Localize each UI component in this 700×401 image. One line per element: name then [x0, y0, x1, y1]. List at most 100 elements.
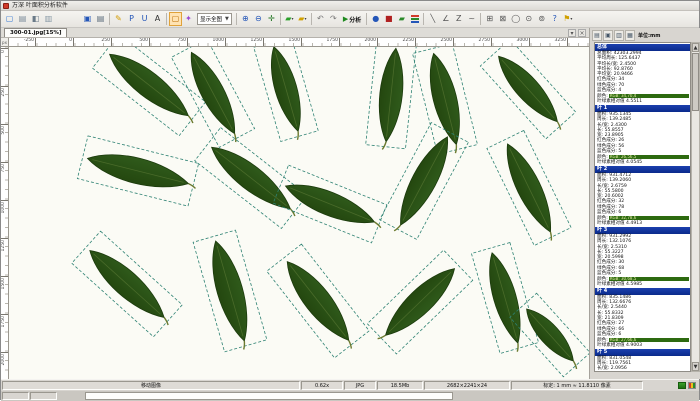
- section-header[interactable]: 叶 4: [595, 288, 690, 295]
- stat-chart-icon[interactable]: ▰: [395, 12, 408, 26]
- section-header[interactable]: 总体: [595, 44, 690, 51]
- param-p-icon[interactable]: P: [125, 12, 138, 26]
- redo-icon[interactable]: ↷: [327, 12, 340, 26]
- flag-marker-icon[interactable]: ⚑▾: [561, 12, 574, 26]
- leaf-with-selection-box[interactable]: [365, 250, 473, 356]
- print-results-icon[interactable]: ▦: [625, 30, 635, 41]
- scrollbar-track[interactable]: [59, 392, 697, 400]
- leaf-midrib: [290, 266, 345, 337]
- section-header[interactable]: 叶 3: [595, 227, 690, 234]
- image-canvas[interactable]: [9, 47, 589, 379]
- zoom-out-icon[interactable]: ⊖: [252, 12, 265, 26]
- grid-clear-icon[interactable]: ⊠: [496, 12, 509, 26]
- leaf-midrib: [94, 254, 161, 314]
- app-title: 万深 叶面积分析软件: [12, 3, 68, 9]
- results-list[interactable]: 总体总面积: 42303.2994平均周长: 125.6437平均长/宽: 2.…: [594, 42, 691, 372]
- fill-color-icon[interactable]: ▰▾: [283, 12, 296, 26]
- param-u-icon[interactable]: U: [138, 12, 151, 26]
- app-window: 万深 叶面积分析软件 ▢▤◧▥▣▤✎PUA▢✦显示全图▼⊕⊖✛▰▾▰▾↶↷▶分析…: [0, 0, 700, 400]
- param-a-icon[interactable]: A: [151, 12, 164, 26]
- measure-angle-icon[interactable]: ∠: [439, 12, 452, 26]
- leaf-midrib: [403, 141, 445, 220]
- section-header[interactable]: 叶 1: [595, 105, 690, 112]
- camera-icon[interactable]: ◧: [29, 12, 42, 26]
- save-results-icon[interactable]: ▣: [603, 30, 613, 41]
- circle-ring-icon[interactable]: ⊚: [535, 12, 548, 26]
- status-image-dimensions: 2682×2241×24: [424, 381, 510, 390]
- vruler-tick: 1500: [1, 276, 9, 277]
- units-selector[interactable]: 单位:mm: [638, 32, 660, 39]
- status-mode: 移动图像: [2, 381, 300, 390]
- scanner-icon[interactable]: ▥: [42, 12, 55, 26]
- analyze-button[interactable]: ▶分析: [343, 15, 361, 24]
- grid-icon[interactable]: ⊞: [483, 12, 496, 26]
- leaf-with-selection-box[interactable]: [487, 130, 573, 248]
- results-panel-toolbar: ▤▣▥▦单位:mm: [590, 28, 700, 42]
- leaf-with-selection-box[interactable]: [267, 244, 371, 360]
- leaf-with-selection-box[interactable]: [254, 47, 319, 144]
- leaf-stem: [555, 122, 563, 130]
- circle-tool-icon[interactable]: ◯: [509, 12, 522, 26]
- pan-hand-icon[interactable]: ✛: [265, 12, 278, 26]
- measure-line-icon[interactable]: ╲: [426, 12, 439, 26]
- hruler-tick: 0: [73, 38, 74, 47]
- view-mode-dropdown[interactable]: 显示全图▼: [197, 13, 232, 25]
- save-icon[interactable]: ▣: [81, 12, 94, 26]
- leaf-stem: [382, 141, 386, 149]
- leaf-midrib: [530, 313, 570, 358]
- scrollbar-thumb[interactable]: [692, 53, 699, 111]
- circle-center-icon[interactable]: ⊙: [522, 12, 535, 26]
- hruler-tick: 2250: [415, 38, 416, 47]
- vruler-tick: 2000: [1, 352, 9, 353]
- scroll-up-icon[interactable]: ▲: [692, 43, 699, 52]
- leaf-with-selection-box[interactable]: [171, 47, 256, 150]
- scroll-down-icon[interactable]: ▼: [692, 362, 699, 371]
- leaf-with-selection-box[interactable]: [195, 128, 310, 231]
- acquire-image-icon[interactable]: ▤: [16, 12, 29, 26]
- print-icon[interactable]: ▤: [94, 12, 107, 26]
- undo-icon[interactable]: ↶: [314, 12, 327, 26]
- leaf-with-selection-box[interactable]: [92, 47, 208, 138]
- help-icon[interactable]: ?: [548, 12, 561, 26]
- leaf-with-selection-box[interactable]: [510, 293, 589, 379]
- new-image-icon[interactable]: ▢: [3, 12, 16, 26]
- hruler-tick: 750: [187, 38, 188, 47]
- magic-wand-icon[interactable]: ✦: [182, 12, 195, 26]
- horizontal-ruler: -250025050075010001250150017502000225025…: [9, 38, 589, 47]
- leaf-midrib: [510, 148, 549, 227]
- app-icon: [3, 3, 9, 9]
- scrollbar-h-thumb[interactable]: [85, 392, 453, 400]
- rgb-histogram-icon[interactable]: [408, 12, 421, 26]
- tab-close-button[interactable]: ×: [578, 29, 586, 37]
- document-tab-bar: 300-01.jpg[15%] ▾ ×: [1, 28, 589, 38]
- export-results-icon[interactable]: ▥: [614, 30, 624, 41]
- chlorophyll-row: 叶绿素相对值 4.4913: [595, 221, 690, 226]
- leaf-with-selection-box[interactable]: [77, 136, 201, 207]
- stat-point-icon[interactable]: ●: [369, 12, 382, 26]
- leaf-midrib: [502, 60, 554, 118]
- vruler-tick: 750: [1, 162, 9, 163]
- document-tab[interactable]: 300-01.jpg[15%]: [4, 28, 67, 37]
- tab-scroll-button[interactable]: ▾: [568, 29, 576, 37]
- edit-icon[interactable]: ✎: [112, 12, 125, 26]
- section-header[interactable]: 叶 5: [595, 349, 690, 356]
- mark-color-icon[interactable]: ▰▾: [296, 12, 309, 26]
- section-header[interactable]: 叶 2: [595, 166, 690, 173]
- copy-results-icon[interactable]: ▤: [592, 30, 602, 41]
- scrollbar-left-cell: [2, 392, 29, 400]
- scrollbar-left-cell2: [30, 392, 57, 400]
- curve-icon[interactable]: ~: [465, 12, 478, 26]
- leaf-with-selection-box[interactable]: [365, 47, 416, 152]
- hruler-tick: 3000: [529, 38, 530, 47]
- leaf-with-selection-box[interactable]: [480, 47, 577, 141]
- chevron-down-icon: ▼: [225, 16, 229, 22]
- leaf-with-selection-box[interactable]: [273, 165, 389, 244]
- marquee-select-icon[interactable]: ▢: [169, 12, 182, 26]
- leaf-with-selection-box[interactable]: [72, 231, 185, 339]
- polyline-icon[interactable]: Z: [452, 12, 465, 26]
- results-scrollbar[interactable]: ▲ ▼: [691, 42, 700, 372]
- leaf-with-selection-box[interactable]: [193, 230, 268, 355]
- zoom-in-icon[interactable]: ⊕: [239, 12, 252, 26]
- play-icon: ▶: [343, 15, 348, 23]
- stat-area-icon[interactable]: ■: [382, 12, 395, 26]
